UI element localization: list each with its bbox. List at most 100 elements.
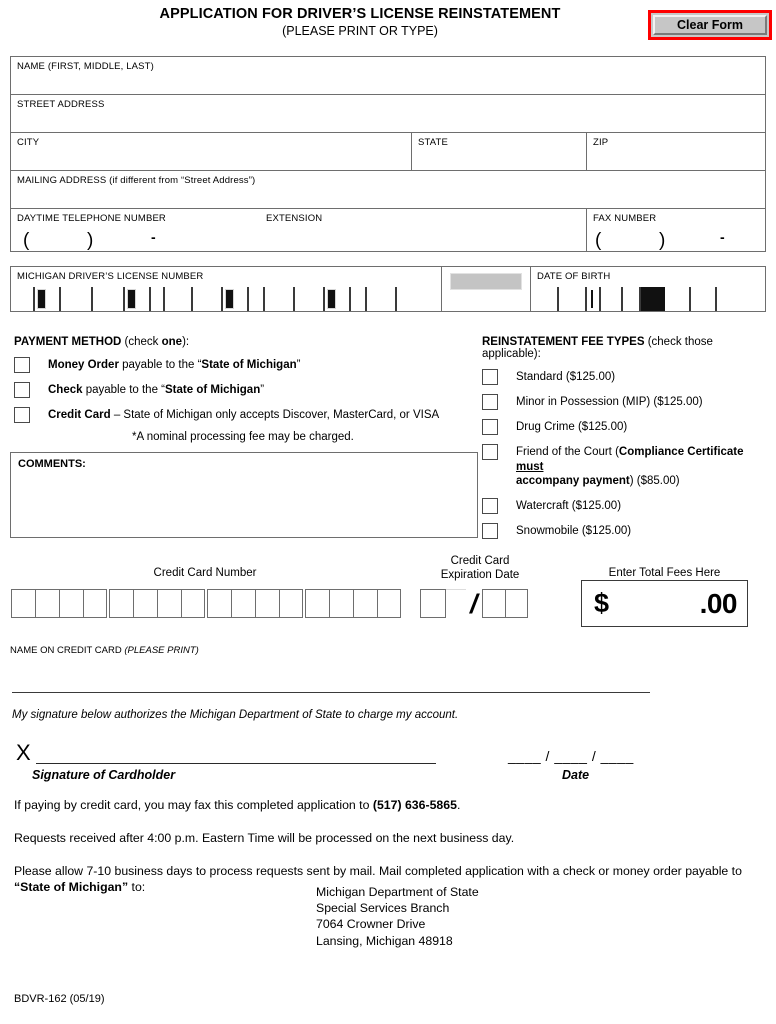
total-fees-input[interactable]: $ .00 bbox=[581, 580, 748, 627]
date-of-birth-field[interactable]: DATE OF BIRTH bbox=[530, 266, 766, 312]
dob-cell-filled[interactable] bbox=[641, 287, 665, 311]
cc-digit-cell[interactable] bbox=[109, 589, 133, 618]
street-address-field[interactable]: STREET ADDRESS bbox=[10, 94, 766, 133]
cc-digit-cell[interactable] bbox=[11, 589, 35, 618]
mail-bold: “State of Michigan” bbox=[14, 879, 129, 894]
date-of-birth-comb[interactable] bbox=[531, 287, 765, 311]
clear-form-button[interactable]: Clear Form bbox=[653, 15, 767, 35]
license-cell[interactable] bbox=[325, 287, 351, 311]
checkbox-check[interactable] bbox=[14, 382, 30, 398]
highlighted-empty-field[interactable] bbox=[450, 273, 522, 290]
license-cell[interactable] bbox=[249, 287, 265, 311]
name-label: NAME (FIRST, MIDDLE, LAST) bbox=[17, 61, 154, 72]
license-cell[interactable] bbox=[265, 287, 295, 311]
license-cell[interactable] bbox=[223, 287, 249, 311]
state-field[interactable]: STATE bbox=[411, 132, 587, 171]
checkbox-mip[interactable] bbox=[482, 394, 498, 410]
license-extra-field[interactable] bbox=[441, 266, 531, 312]
cc-digit-cell[interactable] bbox=[207, 589, 231, 618]
dob-cell[interactable] bbox=[665, 287, 691, 311]
payment-method-heading-one: one bbox=[161, 336, 183, 348]
dob-cell[interactable] bbox=[559, 287, 587, 311]
license-number-comb[interactable] bbox=[11, 287, 441, 311]
credit-card-expiration-input[interactable]: / bbox=[420, 589, 528, 618]
cc-digit-cell[interactable] bbox=[279, 589, 303, 618]
daytime-telephone-field[interactable]: DAYTIME TELEPHONE NUMBER EXTENSION ( ) - bbox=[10, 208, 587, 252]
license-cell[interactable] bbox=[125, 287, 151, 311]
credit-card-group-3[interactable] bbox=[207, 589, 303, 618]
cc-digit-cell[interactable] bbox=[305, 589, 329, 618]
checkbox-money-order[interactable] bbox=[14, 357, 30, 373]
payment-option-check[interactable]: Check payable to the “State of Michigan” bbox=[14, 382, 474, 398]
cc-digit-cell[interactable] bbox=[83, 589, 107, 618]
dob-cell[interactable] bbox=[717, 287, 745, 311]
dob-cell[interactable] bbox=[691, 287, 717, 311]
license-cell[interactable] bbox=[295, 287, 325, 311]
expiration-month-cell[interactable] bbox=[420, 589, 446, 618]
checkbox-watercraft[interactable] bbox=[482, 498, 498, 515]
license-cell[interactable] bbox=[367, 287, 397, 311]
credit-card-group-1[interactable] bbox=[11, 589, 107, 618]
cc-digit-cell[interactable] bbox=[181, 589, 205, 618]
cc-digit-cell[interactable] bbox=[353, 589, 377, 618]
fee-option-standard[interactable]: Standard ($125.00) bbox=[482, 369, 774, 385]
license-cell[interactable] bbox=[193, 287, 223, 311]
checkbox-drug-crime[interactable] bbox=[482, 419, 498, 435]
name-field[interactable]: NAME (FIRST, MIDDLE, LAST) bbox=[10, 56, 766, 95]
mailing-address-block: Michigan Department of State Special Ser… bbox=[316, 884, 479, 949]
payment-option-money-order[interactable]: Money Order payable to the “State of Mic… bbox=[14, 357, 474, 373]
payment-option-credit-card[interactable]: Credit Card – State of Michigan only acc… bbox=[14, 407, 474, 423]
license-cell[interactable] bbox=[11, 287, 35, 311]
checkbox-credit-card[interactable] bbox=[14, 407, 30, 423]
fee-option-mip-label: Minor in Possession (MIP) ($125.00) bbox=[516, 396, 703, 408]
checkbox-standard[interactable] bbox=[482, 369, 498, 385]
credit-card-group-2[interactable] bbox=[109, 589, 205, 618]
filled-mark bbox=[327, 289, 336, 309]
comments-field[interactable]: COMMENTS: bbox=[10, 452, 478, 538]
expiration-month-cell-partial[interactable] bbox=[446, 589, 466, 618]
credit-card-group-4[interactable] bbox=[305, 589, 401, 618]
fee-option-snowmobile[interactable]: Snowmobile ($125.00) bbox=[482, 523, 774, 540]
cc-digit-cell[interactable] bbox=[59, 589, 83, 618]
checkbox-friend-of-court[interactable] bbox=[482, 444, 498, 460]
mailing-address-label: MAILING ADDRESS (if different from “Stre… bbox=[17, 175, 256, 186]
cc-digit-cell[interactable] bbox=[231, 589, 255, 618]
name-on-credit-card-line[interactable] bbox=[12, 692, 650, 693]
license-cell[interactable] bbox=[35, 287, 61, 311]
license-cell[interactable] bbox=[151, 287, 165, 311]
cc-digit-cell[interactable] bbox=[377, 589, 401, 618]
dob-cell[interactable] bbox=[623, 287, 641, 311]
fee-option-drug-crime[interactable]: Drug Crime ($125.00) bbox=[482, 419, 774, 435]
expiration-year-cell[interactable] bbox=[504, 589, 528, 618]
cc-digit-cell[interactable] bbox=[133, 589, 157, 618]
cc-digit-cell[interactable] bbox=[157, 589, 181, 618]
dob-cell[interactable] bbox=[531, 287, 559, 311]
fee-option-watercraft[interactable]: Watercraft ($125.00) bbox=[482, 498, 774, 515]
signature-line[interactable] bbox=[36, 763, 436, 764]
fax-number-field[interactable]: FAX NUMBER ( ) - bbox=[586, 208, 766, 252]
dob-cell[interactable] bbox=[601, 287, 623, 311]
filled-mark bbox=[225, 289, 234, 309]
cc-digit-cell[interactable] bbox=[35, 589, 59, 618]
expiration-year-cells[interactable] bbox=[481, 589, 528, 618]
fee-option-friend-of-court[interactable]: Friend of the Court (Compliance Certific… bbox=[482, 444, 774, 489]
dob-cell[interactable] bbox=[587, 287, 601, 311]
license-cell[interactable] bbox=[397, 287, 431, 311]
license-cell[interactable] bbox=[93, 287, 125, 311]
expiration-year-cell[interactable] bbox=[481, 589, 505, 618]
instruction-cutoff: Requests received after 4:00 p.m. Easter… bbox=[14, 831, 515, 845]
cc-digit-cell[interactable] bbox=[255, 589, 279, 618]
license-cell[interactable] bbox=[165, 287, 193, 311]
checkbox-snowmobile[interactable] bbox=[482, 523, 498, 540]
cc-digit-cell[interactable] bbox=[329, 589, 353, 618]
license-cell[interactable] bbox=[351, 287, 367, 311]
mailing-address-field[interactable]: MAILING ADDRESS (if different from “Stre… bbox=[10, 170, 766, 209]
zip-field[interactable]: ZIP bbox=[586, 132, 766, 171]
fee-option-mip[interactable]: Minor in Possession (MIP) ($125.00) bbox=[482, 394, 774, 410]
option-post: ” bbox=[260, 384, 265, 396]
street-address-label: STREET ADDRESS bbox=[17, 99, 105, 110]
signature-date-input[interactable]: ____ / ____ / ____ bbox=[508, 748, 634, 764]
michigan-license-number-field[interactable]: MICHIGAN DRIVER’S LICENSE NUMBER bbox=[10, 266, 442, 312]
license-cell[interactable] bbox=[61, 287, 93, 311]
city-field[interactable]: CITY bbox=[10, 132, 412, 171]
